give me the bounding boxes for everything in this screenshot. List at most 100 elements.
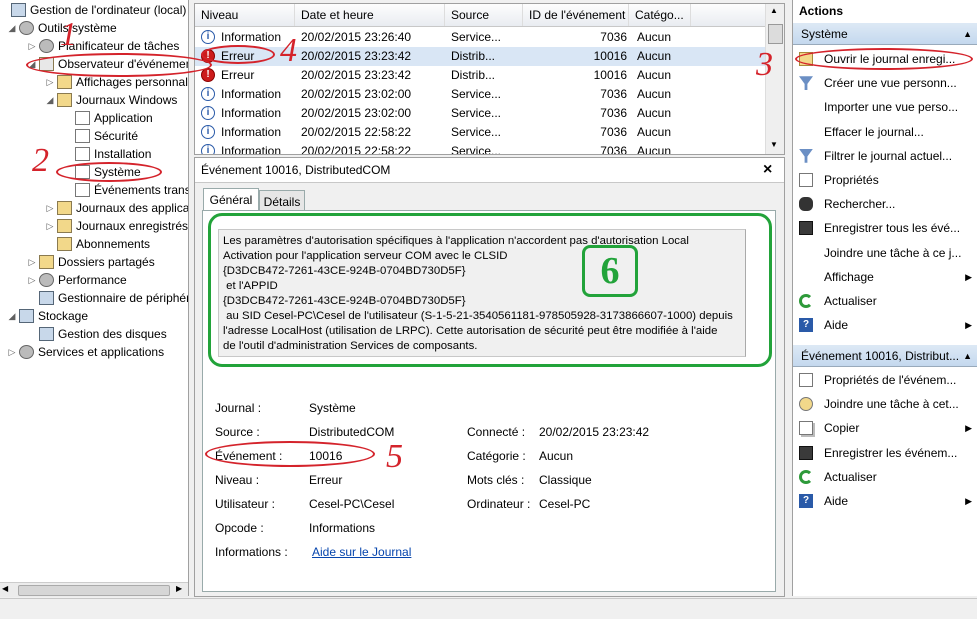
tree-item[interactable]: Installation: [0, 145, 188, 163]
close-icon[interactable]: ×: [763, 158, 772, 182]
collapse-arrow-icon[interactable]: ◢: [46, 91, 54, 109]
collapse-arrow-icon[interactable]: ▲: [963, 23, 972, 45]
event-row[interactable]: i Information 20/02/2015 22:58:22 Service..…: [195, 123, 765, 142]
event-source: Service...: [451, 87, 502, 101]
action-item[interactable]: ? Aide ▶: [793, 489, 977, 513]
scroll-down-arrow-icon[interactable]: ▼: [770, 140, 778, 149]
action-item[interactable]: Affichage ▶: [793, 265, 977, 289]
event-id: 7036: [600, 87, 627, 101]
tree-item[interactable]: ▷ Performance: [0, 271, 188, 289]
expand-arrow-icon[interactable]: ▷: [8, 343, 16, 361]
event-date: 20/02/2015 23:02:00: [301, 106, 412, 120]
section-title: Système: [801, 27, 848, 41]
help-icon: ?: [799, 318, 813, 333]
event-id: 10016: [593, 49, 627, 63]
expand-arrow-icon[interactable]: ▷: [28, 253, 36, 271]
submenu-arrow-icon: ▶: [965, 423, 972, 434]
properties-icon: [799, 373, 813, 387]
tree-item-label: Installation: [94, 147, 152, 161]
tree-horizontal-scrollbar[interactable]: ◀ ▶: [0, 582, 188, 597]
action-item[interactable]: Propriétés de l'événem...: [793, 368, 977, 392]
task-icon: [799, 397, 813, 412]
event-row[interactable]: i Information 20/02/2015 22:58:22 Service..…: [195, 142, 765, 154]
action-item[interactable]: ? Aide ▶: [793, 313, 977, 337]
scrollbar-thumb[interactable]: [18, 585, 170, 596]
action-item[interactable]: Créer une vue personn...: [793, 71, 977, 95]
scroll-up-arrow-icon[interactable]: ▲: [770, 6, 778, 15]
info-icon: i: [201, 30, 215, 44]
action-item[interactable]: Importer une vue perso...: [793, 95, 977, 119]
scroll-right-arrow-icon[interactable]: ▶: [176, 584, 182, 593]
expand-arrow-icon[interactable]: ▷: [46, 217, 54, 235]
event-date: 20/02/2015 23:23:42: [301, 68, 412, 82]
tree-item[interactable]: Application: [0, 109, 188, 127]
event-row[interactable]: i Information 20/02/2015 23:02:00 Service..…: [195, 85, 765, 104]
expand-arrow-icon[interactable]: ▷: [46, 73, 54, 91]
tree-item[interactable]: ▷ Journaux des applications et des servic…: [0, 199, 188, 217]
column-header-level[interactable]: Niveau: [195, 4, 295, 26]
action-item[interactable]: Effacer le journal...: [793, 120, 977, 144]
tree-item[interactable]: ◢ Stockage: [0, 307, 188, 325]
actions-section-system[interactable]: Système ▲: [793, 23, 977, 45]
column-header-source[interactable]: Source: [445, 4, 523, 26]
event-list[interactable]: Niveau Date et heure Source ID de l'évén…: [194, 3, 785, 155]
tree-item-label: Journaux Windows: [76, 93, 178, 107]
collapse-arrow-icon[interactable]: ◢: [8, 19, 16, 37]
tools-icon: [19, 21, 34, 35]
column-header-category[interactable]: Catégo...: [629, 4, 691, 26]
event-level: Information: [221, 87, 282, 101]
info-label: Informations :: [215, 545, 288, 559]
action-item[interactable]: Propriétés: [793, 168, 977, 192]
action-item[interactable]: Filtrer le journal actuel...: [793, 144, 977, 168]
action-label: Filtrer le journal actuel...: [824, 148, 953, 163]
tree-item-label: Outils système: [38, 21, 117, 35]
navigation-tree[interactable]: Gestion de l'ordinateur (local) ◢ Outils s…: [0, 0, 189, 596]
action-item[interactable]: Joindre une tâche à ce j...: [793, 241, 977, 265]
action-item[interactable]: Enregistrer les événem...: [793, 441, 977, 465]
action-item[interactable]: Joindre une tâche à cet...: [793, 392, 977, 416]
tree-item[interactable]: Abonnements: [0, 235, 188, 253]
tree-item[interactable]: Gestionnaire de périphériques: [0, 289, 188, 307]
tree-item[interactable]: ▷ Journaux enregistrés: [0, 217, 188, 235]
event-category: Aucun: [637, 49, 672, 63]
column-header-event-id[interactable]: ID de l'événement: [523, 4, 629, 26]
action-label: Enregistrer les événem...: [824, 445, 958, 460]
action-item[interactable]: Enregistrer tous les évé...: [793, 216, 977, 240]
column-header-date[interactable]: Date et heure: [295, 4, 445, 26]
tree-item[interactable]: Événements transférés: [0, 181, 188, 199]
clock-icon: [39, 39, 54, 53]
scrollbar-thumb[interactable]: [768, 24, 783, 44]
expand-arrow-icon[interactable]: ▷: [46, 199, 54, 217]
action-label: Aide: [824, 318, 849, 333]
annotation-box-description: [208, 213, 772, 367]
actions-section-event[interactable]: Événement 10016, Distribut... ▲: [793, 345, 977, 367]
expand-arrow-icon[interactable]: ▷: [28, 37, 36, 55]
help-link[interactable]: Aide sur le Journal: [312, 545, 411, 559]
scroll-left-arrow-icon[interactable]: ◀: [2, 584, 8, 593]
tree-item[interactable]: ▷ Services et applications: [0, 343, 188, 361]
tree-item[interactable]: ◢ Journaux Windows: [0, 91, 188, 109]
tree-item[interactable]: ◢ Outils système: [0, 19, 188, 37]
action-item[interactable]: Rechercher...: [793, 192, 977, 216]
tree-item[interactable]: Sécurité: [0, 127, 188, 145]
collapse-arrow-icon[interactable]: ▲: [963, 345, 972, 367]
log-icon: [75, 183, 90, 197]
action-item[interactable]: Copier ▶: [793, 416, 977, 440]
action-item[interactable]: Actualiser: [793, 465, 977, 489]
tree-item-label: Dossiers partagés: [58, 255, 155, 269]
action-label: Joindre une tâche à cet...: [824, 397, 959, 412]
tree-item[interactable]: ▷ Dossiers partagés: [0, 253, 188, 271]
event-id: 7036: [600, 106, 627, 120]
expand-arrow-icon[interactable]: ▷: [28, 271, 36, 289]
annotation-number-6: 6: [582, 245, 638, 297]
tree-item[interactable]: ▷ Planificateur de tâches: [0, 37, 188, 55]
action-item[interactable]: Actualiser: [793, 289, 977, 313]
event-id: 7036: [600, 30, 627, 44]
actions-pane: Actions Système ▲ Ouvrir le journal enre…: [792, 0, 977, 596]
collapse-arrow-icon[interactable]: ◢: [8, 307, 16, 325]
tree-item[interactable]: Gestion de l'ordinateur (local): [0, 1, 188, 19]
tree-item[interactable]: Gestion des disques: [0, 325, 188, 343]
log-icon: [75, 129, 90, 143]
event-row[interactable]: i Information 20/02/2015 23:02:00 Service..…: [195, 104, 765, 123]
event-source: Service...: [451, 30, 502, 44]
